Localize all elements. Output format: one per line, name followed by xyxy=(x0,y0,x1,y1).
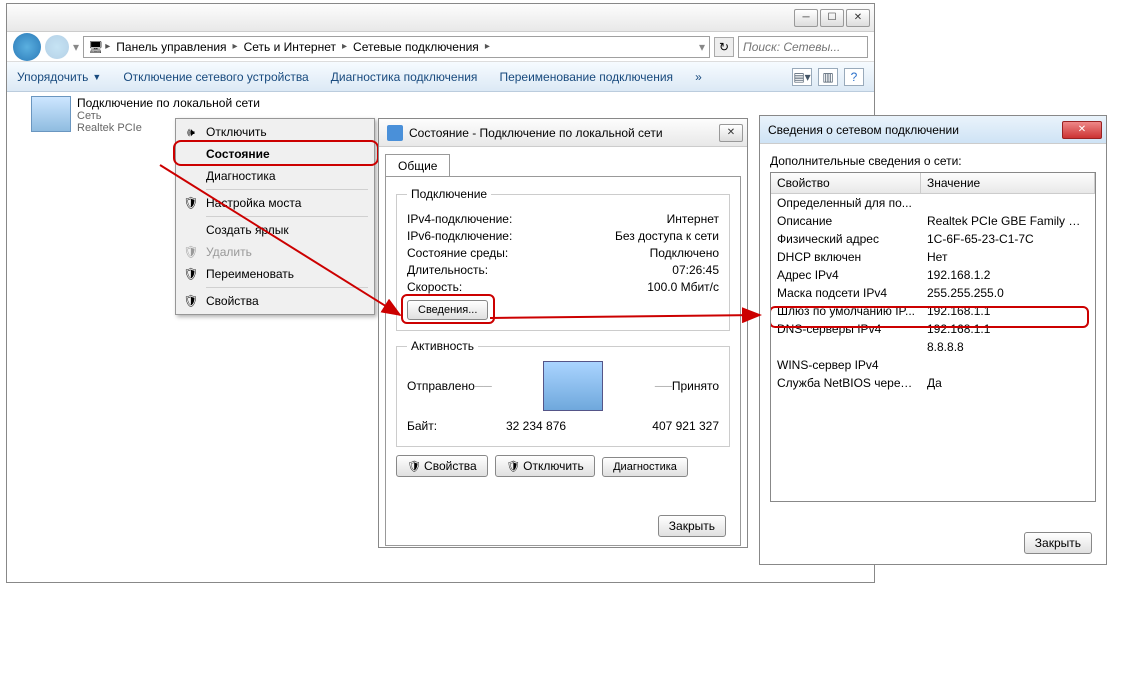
bytes-label: Байт: xyxy=(407,419,437,433)
forward-button[interactable] xyxy=(45,35,69,59)
shield-icon: 🛡 xyxy=(182,243,200,261)
details-title: Сведения о сетевом подключении xyxy=(768,123,959,137)
refresh-button[interactable]: ↻ xyxy=(714,37,734,57)
status-row: IPv4-подключение:Интернет xyxy=(407,212,719,226)
computer-icon: 🖥 xyxy=(88,40,103,54)
bytes-sent: 32 234 876 xyxy=(506,419,566,433)
details-row: Шлюз по умолчанию IP...192.168.1.1 xyxy=(771,302,1095,320)
shield-icon: 🛡 xyxy=(182,265,200,283)
shield-icon: 🕪 xyxy=(182,123,200,141)
col-value[interactable]: Значение xyxy=(921,173,1095,193)
titlebar: ─ ☐ ✕ xyxy=(7,4,874,32)
disable-device-button[interactable]: Отключение сетевого устройства xyxy=(123,70,308,84)
breadcrumb[interactable]: Сеть и Интернет xyxy=(240,40,340,54)
shield-icon: 🛡 xyxy=(182,194,200,212)
status-row: Скорость:100.0 Мбит/с xyxy=(407,280,719,294)
close-button[interactable]: Закрыть xyxy=(1024,532,1092,554)
details-row: 8.8.8.8 xyxy=(771,338,1095,356)
diagnose-button[interactable]: Диагностика подключения xyxy=(331,70,478,84)
activity-fieldset: Активность Отправлено ── ── Принято Байт… xyxy=(396,339,730,447)
context-menu-item: 🛡Удалить xyxy=(178,241,372,263)
details-row: Физический адрес1C-6F-65-23-C1-7C xyxy=(771,230,1095,248)
details-row: WINS-сервер IPv4 xyxy=(771,356,1095,374)
activity-legend: Активность xyxy=(407,339,478,353)
disable-button[interactable]: 🛡 Отключить xyxy=(495,455,595,477)
recv-label: Принято xyxy=(672,379,719,393)
sent-label: Отправлено xyxy=(407,379,475,393)
connection-fieldset: Подключение IPv4-подключение:Интернет IPv… xyxy=(396,187,730,331)
more-chevron[interactable]: » xyxy=(695,70,702,84)
diagnostics-button[interactable]: Диагностика xyxy=(602,457,688,477)
search-input[interactable] xyxy=(738,36,868,58)
tab-general[interactable]: Общие xyxy=(385,154,450,177)
details-row: Маска подсети IPv4255.255.255.0 xyxy=(771,284,1095,302)
details-dialog: Сведения о сетевом подключении ✕ Дополни… xyxy=(759,115,1107,565)
status-title: Состояние - Подключение по локальной сет… xyxy=(409,126,663,140)
status-row: Состояние среды:Подключено xyxy=(407,246,719,260)
context-menu-item[interactable]: Создать ярлык xyxy=(178,219,372,241)
breadcrumb[interactable]: Сетевые подключения xyxy=(349,40,483,54)
tab-strip: Общие xyxy=(379,147,747,176)
back-button[interactable] xyxy=(13,33,41,61)
close-button[interactable]: Закрыть xyxy=(658,515,726,537)
connection-legend: Подключение xyxy=(407,187,491,201)
close-button[interactable]: ✕ xyxy=(1062,121,1102,139)
details-row: Адрес IPv4192.168.1.2 xyxy=(771,266,1095,284)
connection-title: Подключение по локальной сети xyxy=(77,96,260,110)
nav-row: ▾ 🖥 ▸ Панель управления ▸ Сеть и Интерне… xyxy=(7,32,874,62)
context-menu-item[interactable]: Состояние xyxy=(178,143,372,165)
details-row: Служба NetBIOS через...Да xyxy=(771,374,1095,392)
shield-icon: 🛡 xyxy=(182,292,200,310)
details-subtitle: Дополнительные сведения о сети: xyxy=(770,154,1096,168)
monitor-icon xyxy=(543,361,603,411)
context-menu-item[interactable]: 🛡Настройка моста xyxy=(178,192,372,214)
toolbar: Упорядочить ▼ Отключение сетевого устрой… xyxy=(7,62,874,92)
close-button[interactable]: ✕ xyxy=(719,124,743,142)
address-bar[interactable]: 🖥 ▸ Панель управления ▸ Сеть и Интернет … xyxy=(83,36,710,58)
help-button[interactable]: ? xyxy=(844,68,864,86)
breadcrumb[interactable]: Панель управления xyxy=(112,40,230,54)
preview-pane-button[interactable]: ▥ xyxy=(818,68,838,86)
minimize-button[interactable]: ─ xyxy=(794,9,818,27)
organize-menu[interactable]: Упорядочить ▼ xyxy=(17,70,101,84)
context-menu-item[interactable]: Диагностика xyxy=(178,165,372,187)
details-row: ОписаниеRealtek PCIe GBE Family Controll… xyxy=(771,212,1095,230)
rename-button[interactable]: Переименование подключения xyxy=(499,70,673,84)
view-dropdown[interactable]: ▤▾ xyxy=(792,68,812,86)
connection-item[interactable]: Подключение по локальной сети Сеть Realt… xyxy=(27,92,291,138)
properties-button[interactable]: 🛡 Свойства xyxy=(396,455,488,477)
col-property[interactable]: Свойство xyxy=(771,173,921,193)
context-menu: 🕪ОтключитьСостояниеДиагностика 🛡Настройка… xyxy=(175,118,375,315)
details-row: DHCP включенНет xyxy=(771,248,1095,266)
status-row: Длительность:07:26:45 xyxy=(407,263,719,277)
status-icon xyxy=(387,125,403,141)
status-row: IPv6-подключение:Без доступа к сети xyxy=(407,229,719,243)
details-table: Свойство Значение Определенный для по...… xyxy=(770,172,1096,502)
maximize-button[interactable]: ☐ xyxy=(820,9,844,27)
bytes-recv: 407 921 327 xyxy=(652,419,719,433)
status-dialog: Состояние - Подключение по локальной сет… xyxy=(378,118,748,548)
context-menu-item[interactable]: 🛡Свойства xyxy=(178,290,372,312)
details-row: DNS-серверы IPv4192.168.1.1 xyxy=(771,320,1095,338)
details-button[interactable]: Сведения... xyxy=(407,300,488,320)
details-row: Определенный для по... xyxy=(771,194,1095,212)
context-menu-item[interactable]: 🛡Переименовать xyxy=(178,263,372,285)
network-icon xyxy=(31,96,71,132)
close-button[interactable]: ✕ xyxy=(846,9,870,27)
context-menu-item[interactable]: 🕪Отключить xyxy=(178,121,372,143)
